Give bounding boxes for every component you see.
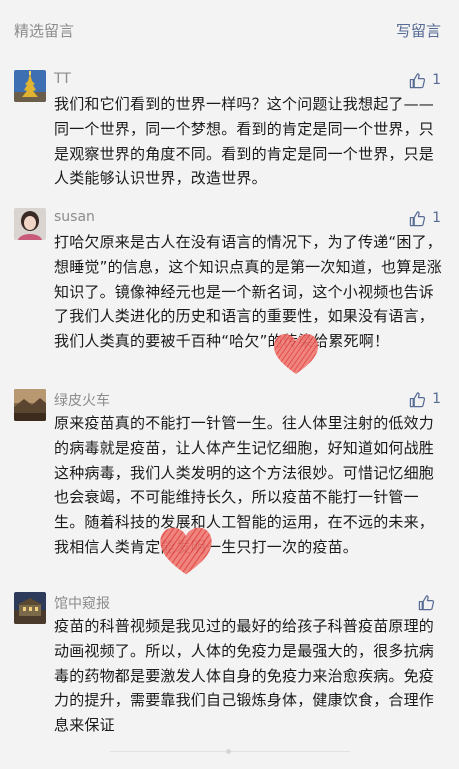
like-count: 1 [432,391,441,407]
write-comment-link[interactable]: 写留言 [396,20,441,41]
landscape-avatar[interactable] [14,389,46,421]
comment-nickname: TT [54,71,71,87]
comment-nickname: susan [54,209,95,225]
comment-text: 打哈欠原来是古人在没有语言的情况下，为了传递“困了，想睡觉”的信息，这个知识点真… [54,233,442,351]
like-count: 1 [432,72,441,88]
woman-portrait-avatar[interactable] [14,208,46,240]
like-button[interactable]: 1 [409,389,441,409]
like-button[interactable]: 1 [409,70,441,90]
comments-header: 精选留言 写留言 [0,0,459,62]
like-button[interactable]: 1 [409,208,441,228]
golden-pagoda-avatar[interactable] [14,70,46,102]
thumbs-up-icon [409,391,426,407]
heart-sticker-icon [160,527,212,575]
like-button[interactable] [418,592,441,612]
comment-text: 疫苗的科普视频是我见过的最好的给孩子科普疫苗原理的动画视频了。所以，人体的免疫力… [54,617,435,735]
footer-dot [226,749,231,754]
comment-nickname: 馆中窥报 [54,596,110,612]
thumbs-up-icon [409,210,426,226]
thumbs-up-icon [409,72,426,88]
like-count: 1 [432,210,441,226]
thumbs-up-icon [418,594,435,610]
comment-text: 原来疫苗真的不能打一针管一生。往人体里注射的低效力的病毒就是疫苗，让人体产生记忆… [54,414,435,556]
comment-text: 我们和它们看到的世界一样吗？这个问题让我想起了——同一个世界，同一个梦想。看到的… [54,95,435,188]
comment-nickname: 绿皮火车 [54,393,110,409]
selected-comments-title: 精选留言 [14,22,75,40]
heart-sticker-icon [274,334,318,374]
building-night-avatar[interactable] [14,592,46,624]
